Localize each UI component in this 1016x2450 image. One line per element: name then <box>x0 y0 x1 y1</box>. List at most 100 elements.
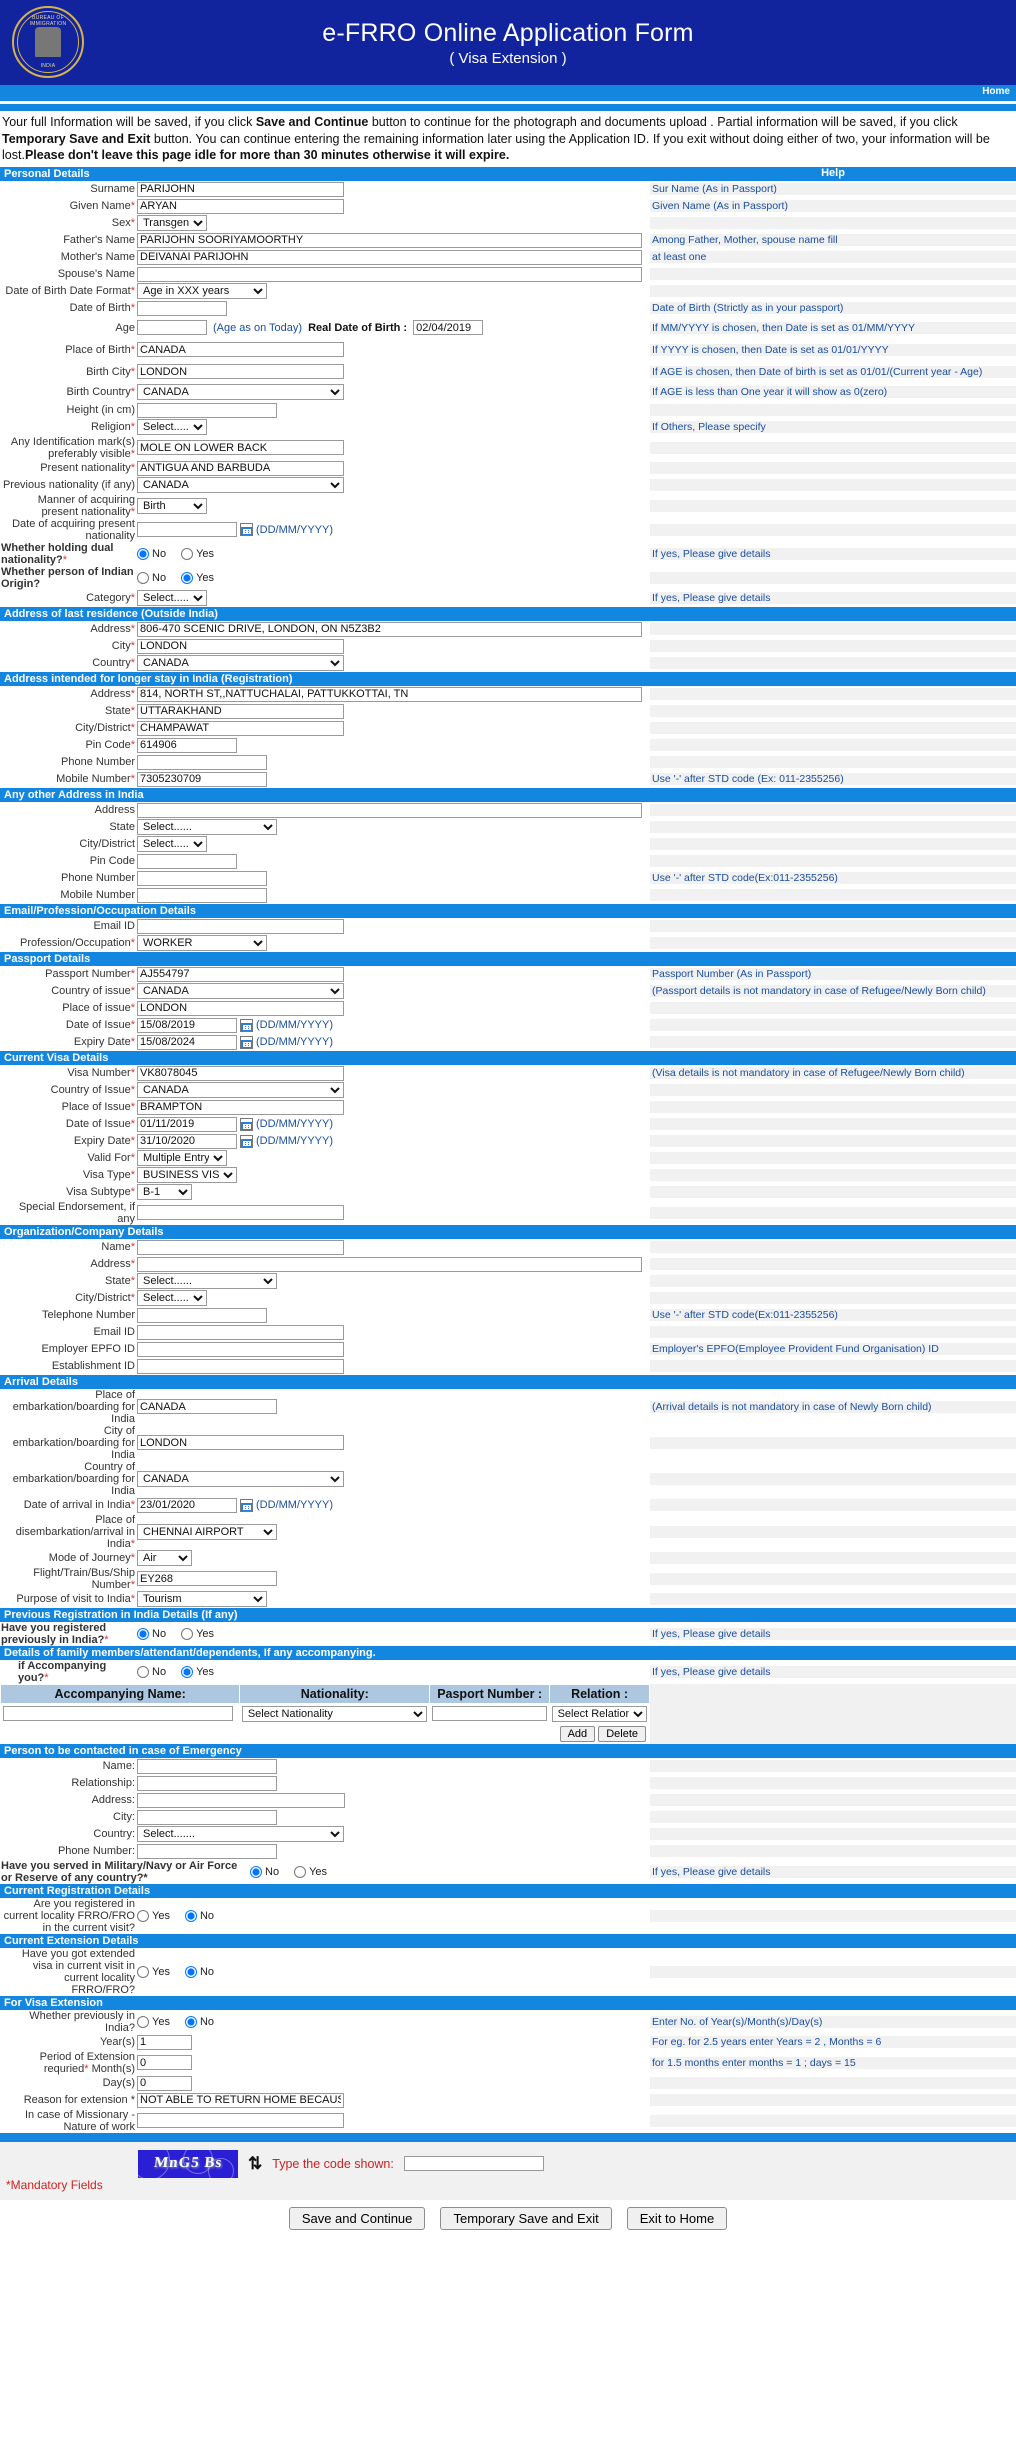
stay-mobile-input[interactable] <box>137 771 267 787</box>
missionary-work-input[interactable] <box>137 2113 344 2129</box>
other-city-select[interactable]: Select...... <box>137 836 207 853</box>
acquiring-date-input[interactable] <box>137 522 237 538</box>
emergency-country-select[interactable]: Select....... <box>137 1826 344 1843</box>
accompanying-nationality-select[interactable]: Select Nationality <box>241 1705 427 1722</box>
home-link[interactable]: Home <box>982 86 1010 97</box>
current-registration-yes-radio[interactable] <box>137 1909 149 1922</box>
dual-nationality-yes-option[interactable]: Yes <box>181 547 214 560</box>
calendar-icon[interactable] <box>240 1498 253 1512</box>
embarkation-country-select[interactable]: CANADA <box>137 1470 344 1487</box>
visa-valid-for-select[interactable]: Multiple Entry <box>137 1150 227 1167</box>
visa-number-input[interactable] <box>137 1065 344 1081</box>
org-name-input[interactable] <box>137 1239 344 1255</box>
org-establishment-input[interactable] <box>137 1358 344 1374</box>
dob-input[interactable] <box>137 300 227 316</box>
indian-origin-yes-radio[interactable] <box>181 571 194 584</box>
other-phone-input[interactable] <box>137 870 267 886</box>
save-and-continue-button[interactable]: Save and Continue <box>288 2206 426 2230</box>
current-registration-no-option[interactable]: No <box>184 1909 214 1922</box>
special-endorsement-input[interactable] <box>137 1205 344 1221</box>
prev-in-india-yes-option[interactable]: Yes <box>137 2015 170 2028</box>
stay-phone-input[interactable] <box>137 754 267 770</box>
org-city-select[interactable]: Select...... <box>137 1290 207 1307</box>
mother-name-input[interactable] <box>137 249 642 265</box>
flight-number-input[interactable] <box>137 1571 277 1587</box>
other-state-select[interactable]: Select...... <box>137 819 277 836</box>
passport-number-input[interactable] <box>137 966 344 982</box>
indian-origin-yes-option[interactable]: Yes <box>181 571 214 584</box>
mode-journey-select[interactable]: Air <box>137 1550 192 1567</box>
height-input[interactable] <box>137 402 277 418</box>
manner-nationality-select[interactable]: Birth <box>137 497 207 514</box>
extension-months-input[interactable] <box>137 2055 192 2071</box>
spouse-name-input[interactable] <box>137 266 642 282</box>
temporary-save-and-exit-button[interactable]: Temporary Save and Exit <box>440 2206 612 2230</box>
emergency-name-input[interactable] <box>137 1758 277 1774</box>
accompanying-name-input[interactable] <box>2 1706 233 1722</box>
military-yes-radio[interactable] <box>294 1865 307 1878</box>
calendar-icon[interactable] <box>240 1035 253 1049</box>
present-nationality-input[interactable] <box>137 460 344 476</box>
visa-subtype-select[interactable]: B-1 <box>137 1184 192 1201</box>
visa-expiry-input[interactable] <box>137 1133 237 1149</box>
visa-doi-input[interactable] <box>137 1116 237 1132</box>
stay-state-input[interactable] <box>137 703 344 719</box>
calendar-icon[interactable] <box>240 1117 253 1131</box>
birth-country-select[interactable]: CANADA <box>137 384 344 401</box>
org-state-select[interactable]: Select...... <box>137 1273 277 1290</box>
extension-days-input[interactable] <box>137 2075 192 2091</box>
accompanying-no-option[interactable]: No <box>137 1665 166 1678</box>
military-yes-option[interactable]: Yes <box>294 1865 327 1878</box>
passport-place-input[interactable] <box>137 1000 344 1016</box>
current-registration-yes-option[interactable]: Yes <box>137 1909 170 1922</box>
visa-place-input[interactable] <box>137 1099 344 1115</box>
delete-button[interactable]: Delete <box>598 1725 646 1742</box>
current-extension-no-radio[interactable] <box>184 1965 197 1978</box>
surname-input[interactable] <box>137 181 344 197</box>
dual-nationality-no-option[interactable]: No <box>137 547 166 560</box>
current-extension-yes-option[interactable]: Yes <box>137 1965 170 1978</box>
previous-nationality-select[interactable]: CANADA <box>137 477 344 494</box>
current-extension-no-option[interactable]: No <box>184 1965 214 1978</box>
refresh-captcha-icon[interactable]: ⇅ <box>248 2154 262 2174</box>
stay-city-input[interactable] <box>137 720 344 736</box>
passport-doi-input[interactable] <box>137 1017 237 1033</box>
prev-registration-yes-option[interactable]: Yes <box>181 1627 214 1640</box>
birth-city-input[interactable] <box>137 364 344 380</box>
real-dob-input[interactable] <box>413 320 484 336</box>
last-res-address-input[interactable] <box>137 621 642 637</box>
prev-registration-yes-radio[interactable] <box>181 1627 194 1640</box>
prev-in-india-no-option[interactable]: No <box>184 2015 214 2028</box>
id-mark-input[interactable] <box>137 440 344 456</box>
prev-in-india-yes-radio[interactable] <box>137 2015 149 2028</box>
emergency-relationship-input[interactable] <box>137 1775 277 1791</box>
age-input[interactable] <box>137 320 207 336</box>
visa-type-select[interactable]: BUSINESS VISA <box>137 1167 237 1184</box>
stay-pin-input[interactable] <box>137 737 237 753</box>
last-res-city-input[interactable] <box>137 638 344 654</box>
embarkation-place-input[interactable] <box>137 1399 277 1415</box>
org-telephone-input[interactable] <box>137 1307 267 1323</box>
calendar-icon[interactable] <box>240 523 253 537</box>
religion-select[interactable]: Select...... <box>137 419 207 436</box>
dual-nationality-no-radio[interactable] <box>137 547 149 560</box>
dual-nationality-yes-radio[interactable] <box>181 547 194 560</box>
military-no-option[interactable]: No <box>250 1865 279 1878</box>
disembarkation-select[interactable]: CHENNAI AIRPORT <box>137 1523 277 1540</box>
captcha-input[interactable] <box>403 2156 544 2172</box>
org-email-input[interactable] <box>137 1324 344 1340</box>
other-pin-input[interactable] <box>137 853 237 869</box>
purpose-visit-select[interactable]: Tourism <box>137 1591 267 1608</box>
emergency-city-input[interactable] <box>137 1809 277 1825</box>
current-registration-no-radio[interactable] <box>184 1909 197 1922</box>
military-no-radio[interactable] <box>250 1865 262 1878</box>
calendar-icon[interactable] <box>240 1018 253 1032</box>
reason-extension-input[interactable] <box>137 2092 344 2108</box>
accompanying-yes-radio[interactable] <box>181 1665 194 1678</box>
indian-origin-no-option[interactable]: No <box>137 571 166 584</box>
prev-in-india-no-radio[interactable] <box>184 2015 197 2028</box>
email-id-input[interactable] <box>137 918 344 934</box>
last-res-country-select[interactable]: CANADA <box>137 655 344 672</box>
embarkation-city-input[interactable] <box>137 1435 344 1451</box>
accompanying-passport-input[interactable] <box>431 1706 547 1722</box>
